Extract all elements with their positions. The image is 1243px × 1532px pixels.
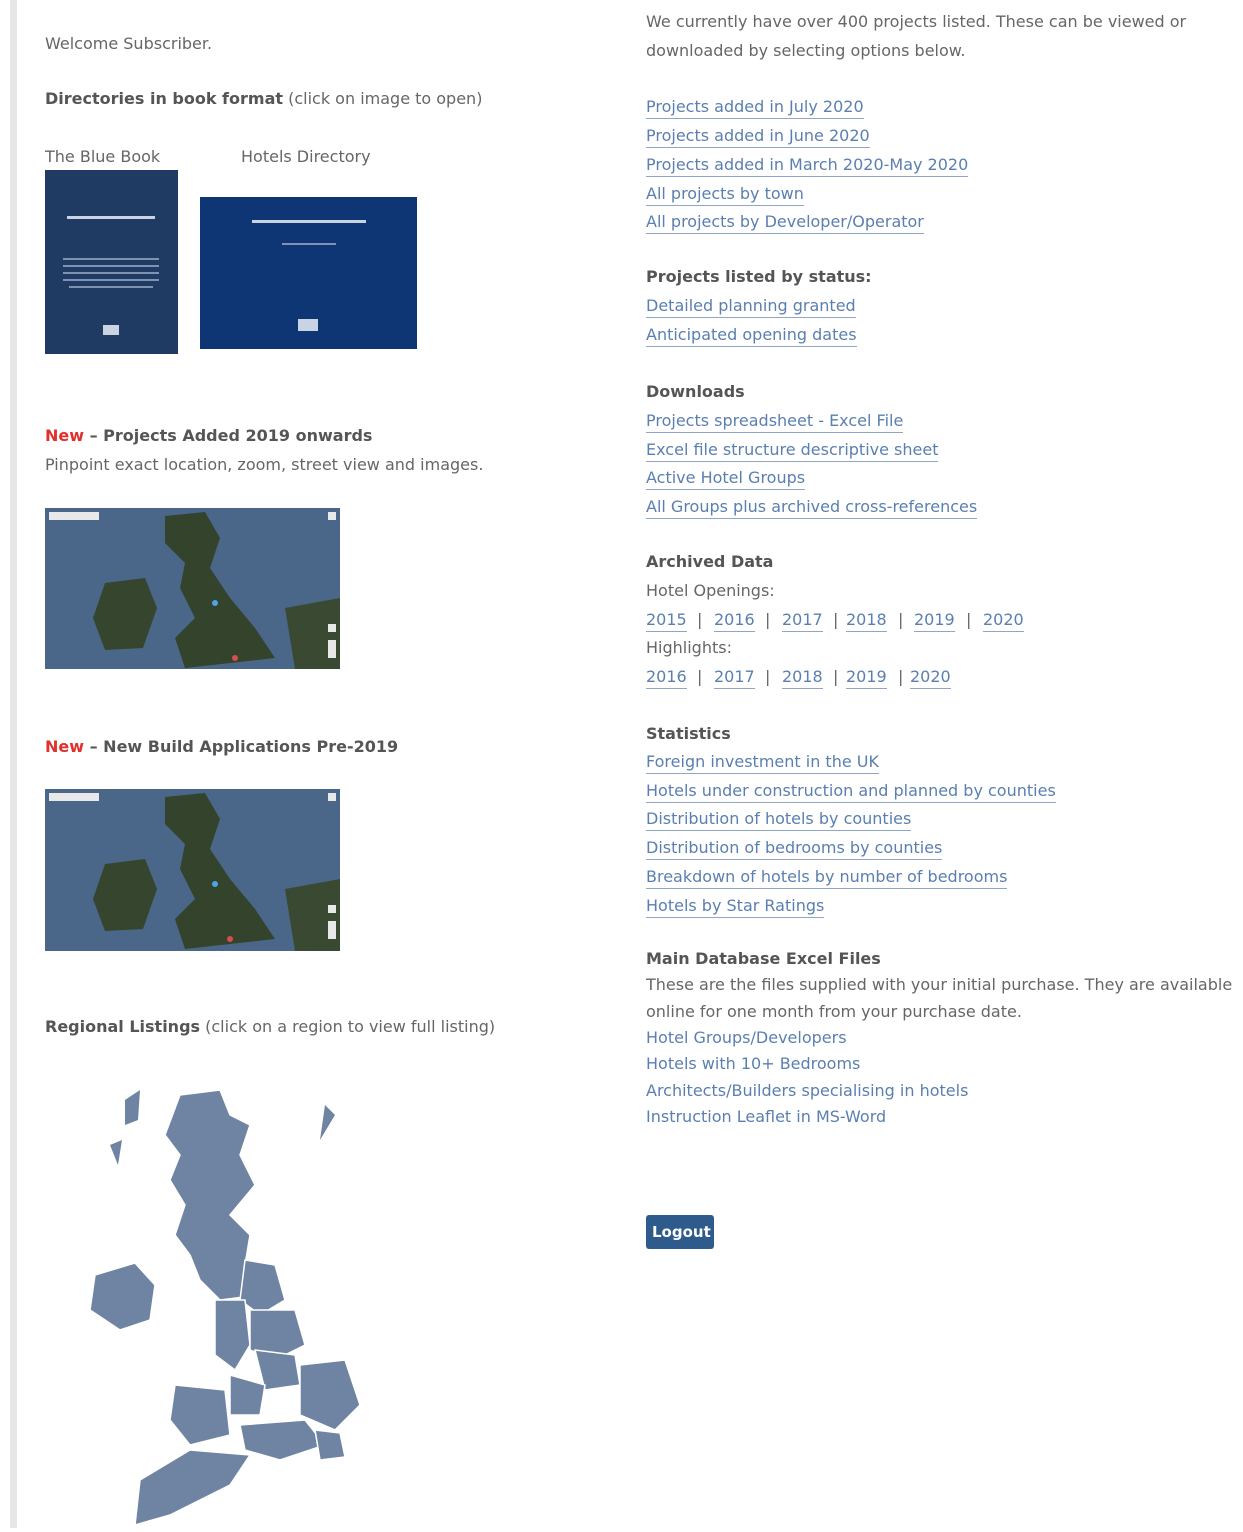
year-separator: |	[765, 667, 771, 686]
link-projects-spreadsheet[interactable]: Projects spreadsheet - Excel File	[646, 411, 904, 433]
link-hotels-under-construction[interactable]: Hotels under construction and planned by…	[646, 781, 1056, 803]
link-instruction-leaflet[interactable]: Instruction Leaflet in MS-Word	[646, 1107, 886, 1127]
welcome-text: Welcome Subscriber.	[45, 34, 213, 53]
blue-book-cover[interactable]	[45, 170, 178, 354]
link-projects-july-2020[interactable]: Projects added in July 2020	[646, 97, 864, 119]
link-excel-structure[interactable]: Excel file structure descriptive sheet	[646, 440, 939, 462]
cover-logo	[103, 325, 119, 335]
link-openings-2018[interactable]: 2018	[846, 610, 887, 632]
main-db-line-1: These are the files supplied with your i…	[646, 975, 1233, 994]
hotels-directory-label: Hotels Directory	[241, 147, 371, 166]
link-openings-2015[interactable]: 2015	[646, 610, 687, 632]
link-all-groups-archived[interactable]: All Groups plus archived cross-reference…	[646, 497, 978, 519]
link-distribution-bedrooms[interactable]: Distribution of bedrooms by counties	[646, 838, 943, 860]
region-east[interactable]	[299, 1359, 361, 1431]
cover-text-line	[282, 243, 336, 245]
blue-book-label: The Blue Book	[45, 147, 161, 166]
region-north-east[interactable]	[239, 1259, 286, 1316]
status-heading: Projects listed by status:	[646, 267, 872, 286]
map-landmass	[45, 789, 340, 951]
year-separator: |	[966, 610, 972, 629]
new-build-heading: New – New Build Applications Pre-2019	[45, 737, 398, 757]
region-west-midlands[interactable]	[229, 1374, 266, 1416]
region-south-east[interactable]	[239, 1419, 327, 1461]
link-breakdown-bedrooms[interactable]: Breakdown of hotels by number of bedroom…	[646, 867, 1008, 889]
new-build-title: – New Build Applications Pre-2019	[84, 737, 399, 756]
link-projects-by-town[interactable]: All projects by town	[646, 184, 804, 206]
region-north-west[interactable]	[214, 1299, 251, 1372]
region-south-west[interactable]	[134, 1449, 252, 1527]
projects-added-title: – Projects Added 2019 onwards	[84, 426, 373, 445]
link-hotels-10-bedrooms[interactable]: Hotels with 10+ Bedrooms	[646, 1054, 860, 1074]
main-db-line-2: online for one month from your purchase …	[646, 1002, 1022, 1021]
link-openings-2019[interactable]: 2019	[914, 610, 955, 632]
link-anticipated-opening[interactable]: Anticipated opening dates	[646, 325, 857, 347]
regional-heading: Regional Listings (click on a region to …	[45, 1017, 495, 1037]
uk-regions-map[interactable]	[80, 1085, 380, 1528]
link-hotel-groups-developers[interactable]: Hotel Groups/Developers	[646, 1028, 847, 1048]
year-separator: |	[833, 610, 839, 629]
new-label: New	[45, 426, 85, 445]
downloads-heading: Downloads	[646, 382, 745, 401]
left-border	[10, 0, 17, 1528]
projects-added-heading: New – Projects Added 2019 onwards	[45, 426, 372, 446]
link-active-hotel-groups[interactable]: Active Hotel Groups	[646, 468, 806, 490]
projects-added-desc: Pinpoint exact location, zoom, street vi…	[45, 455, 484, 474]
link-detailed-planning[interactable]: Detailed planning granted	[646, 296, 856, 318]
link-highlights-2019[interactable]: 2019	[846, 667, 887, 689]
directories-heading: Directories in book format (click on ima…	[45, 89, 482, 109]
link-distribution-hotels[interactable]: Distribution of hotels by counties	[646, 809, 912, 831]
year-separator: |	[765, 610, 771, 629]
cover-text-line	[63, 258, 159, 260]
directories-hint: (click on image to open)	[283, 89, 483, 108]
year-separator: |	[833, 667, 839, 686]
link-highlights-2017[interactable]: 2017	[714, 667, 755, 689]
uk-map-shape	[89, 1089, 361, 1527]
link-highlights-2016[interactable]: 2016	[646, 667, 687, 689]
year-separator: |	[898, 610, 904, 629]
link-projects-june-2020[interactable]: Projects added in June 2020	[646, 126, 870, 148]
intro-line-1: We currently have over 400 projects list…	[646, 12, 1187, 31]
link-highlights-2018[interactable]: 2018	[782, 667, 823, 689]
year-separator: |	[697, 610, 703, 629]
map-landmass	[45, 508, 340, 669]
statistics-heading: Statistics	[646, 724, 731, 743]
intro-line-2: downloaded by selecting options below.	[646, 41, 966, 60]
hotels-directory-cover[interactable]	[200, 197, 417, 349]
regional-hint: (click on a region to view full listing)	[200, 1017, 496, 1036]
projects-map-thumbnail[interactable]	[45, 508, 340, 669]
link-openings-2020[interactable]: 2020	[983, 610, 1024, 632]
year-separator: |	[697, 667, 703, 686]
link-openings-2016[interactable]: 2016	[714, 610, 755, 632]
cover-title-line	[252, 220, 366, 223]
region-northern-ireland[interactable]	[89, 1262, 156, 1331]
regional-title: Regional Listings	[45, 1017, 201, 1036]
new-build-map-thumbnail[interactable]	[45, 789, 340, 951]
main-db-heading: Main Database Excel Files	[646, 949, 881, 968]
year-separator: |	[898, 667, 904, 686]
directories-title: Directories in book format	[45, 89, 284, 108]
link-foreign-investment[interactable]: Foreign investment in the UK	[646, 752, 879, 774]
new-label: New	[45, 737, 85, 756]
link-architects-builders[interactable]: Architects/Builders specialising in hote…	[646, 1081, 968, 1101]
highlights-label: Highlights:	[646, 638, 732, 657]
region-london[interactable]	[314, 1429, 346, 1461]
link-projects-by-developer[interactable]: All projects by Developer/Operator	[646, 212, 924, 234]
cover-title-line	[67, 216, 155, 219]
archived-heading: Archived Data	[646, 552, 774, 571]
link-projects-march-may-2020[interactable]: Projects added in March 2020-May 2020	[646, 155, 969, 177]
cover-logo	[298, 319, 318, 331]
logout-button[interactable]: Logout	[646, 1215, 714, 1249]
region-wales[interactable]	[169, 1384, 231, 1446]
link-highlights-2020[interactable]: 2020	[910, 667, 951, 689]
hotel-openings-label: Hotel Openings:	[646, 581, 775, 600]
link-star-ratings[interactable]: Hotels by Star Ratings	[646, 896, 825, 918]
link-openings-2017[interactable]: 2017	[782, 610, 823, 632]
